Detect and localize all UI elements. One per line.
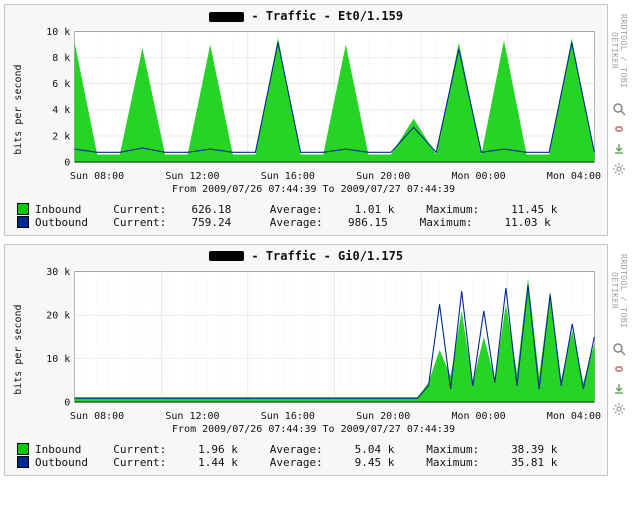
- svg-text:10 k: 10 k: [46, 27, 70, 38]
- redacted-host: [209, 251, 244, 261]
- settings-icon[interactable]: [612, 402, 626, 416]
- legend-swatch-outbound: [17, 216, 29, 228]
- inbound-maximum: 38.39 k: [511, 443, 557, 456]
- svg-text:0: 0: [64, 157, 70, 168]
- x-axis-ticks: Sun 08:00 Sun 12:00 Sun 16:00 Sun 20:00 …: [70, 171, 601, 182]
- inbound-maximum: 11.45 k: [511, 203, 557, 216]
- link-icon[interactable]: [612, 362, 626, 376]
- svg-text:6 k: 6 k: [52, 79, 70, 90]
- chart-title: - Traffic - Et0/1.159: [11, 9, 601, 23]
- link-icon[interactable]: [612, 122, 626, 136]
- svg-text:20 k: 20 k: [46, 310, 70, 321]
- download-icon[interactable]: [612, 382, 626, 396]
- x-axis-ticks: Sun 08:00 Sun 12:00 Sun 16:00 Sun 20:00 …: [70, 411, 601, 422]
- outbound-maximum: 11.03 k: [504, 216, 550, 229]
- chart-title: - Traffic - Gi0/1.175: [11, 249, 601, 263]
- svg-text:10 k: 10 k: [46, 354, 70, 365]
- inbound-current: 626.18: [191, 203, 231, 216]
- traffic-chart-1: - Traffic - Et0/1.159 bits per second 0 2…: [4, 4, 608, 236]
- watermark: RRDTOOL / TOBI OETIKER: [610, 246, 628, 336]
- legend-outbound-label: Outbound: [35, 216, 88, 229]
- legend-outbound-label: Outbound: [35, 456, 88, 469]
- legend-swatch-inbound: [17, 443, 29, 455]
- svg-text:2 k: 2 k: [52, 131, 70, 142]
- watermark: RRDTOOL / TOBI OETIKER: [610, 6, 628, 96]
- svg-text:0: 0: [64, 397, 70, 408]
- legend: Inbound Current: 626.18 Average: 1.01 k …: [17, 203, 601, 229]
- redacted-host: [209, 12, 244, 22]
- y-axis-label: bits per second: [11, 25, 26, 195]
- settings-icon[interactable]: [612, 162, 626, 176]
- zoom-icon[interactable]: [612, 102, 626, 116]
- chart-toolbar: RRDTOOL / TOBI OETIKER: [610, 4, 628, 236]
- inbound-current: 1.96 k: [198, 443, 238, 456]
- outbound-maximum: 35.81 k: [511, 456, 557, 469]
- outbound-current: 759.24: [191, 216, 231, 229]
- traffic-chart-2: - Traffic - Gi0/1.175 bits per second 0 1…: [4, 244, 608, 476]
- inbound-average: 5.04 k: [355, 443, 395, 456]
- zoom-icon[interactable]: [612, 342, 626, 356]
- outbound-average: 986.15: [348, 216, 388, 229]
- y-axis-label: bits per second: [11, 265, 26, 435]
- chart-toolbar: RRDTOOL / TOBI OETIKER: [610, 244, 628, 476]
- plot-svg: 0 10 k 20 k 30 k: [26, 265, 601, 409]
- time-range: From 2009/07/26 07:44:39 To 2009/07/27 0…: [26, 424, 601, 435]
- download-icon[interactable]: [612, 142, 626, 156]
- inbound-average: 1.01 k: [355, 203, 395, 216]
- plot-svg: 0 2 k 4 k 6 k 8 k 10 k: [26, 25, 601, 169]
- time-range: From 2009/07/26 07:44:39 To 2009/07/27 0…: [26, 184, 601, 195]
- svg-text:4 k: 4 k: [52, 105, 70, 116]
- svg-text:8 k: 8 k: [52, 53, 70, 64]
- outbound-average: 9.45 k: [355, 456, 395, 469]
- legend-inbound-label: Inbound: [35, 443, 81, 456]
- legend: Inbound Current: 1.96 k Average: 5.04 k …: [17, 443, 601, 469]
- outbound-current: 1.44 k: [198, 456, 238, 469]
- legend-swatch-outbound: [17, 456, 29, 468]
- svg-text:30 k: 30 k: [46, 267, 70, 278]
- legend-swatch-inbound: [17, 203, 29, 215]
- legend-inbound-label: Inbound: [35, 203, 81, 216]
